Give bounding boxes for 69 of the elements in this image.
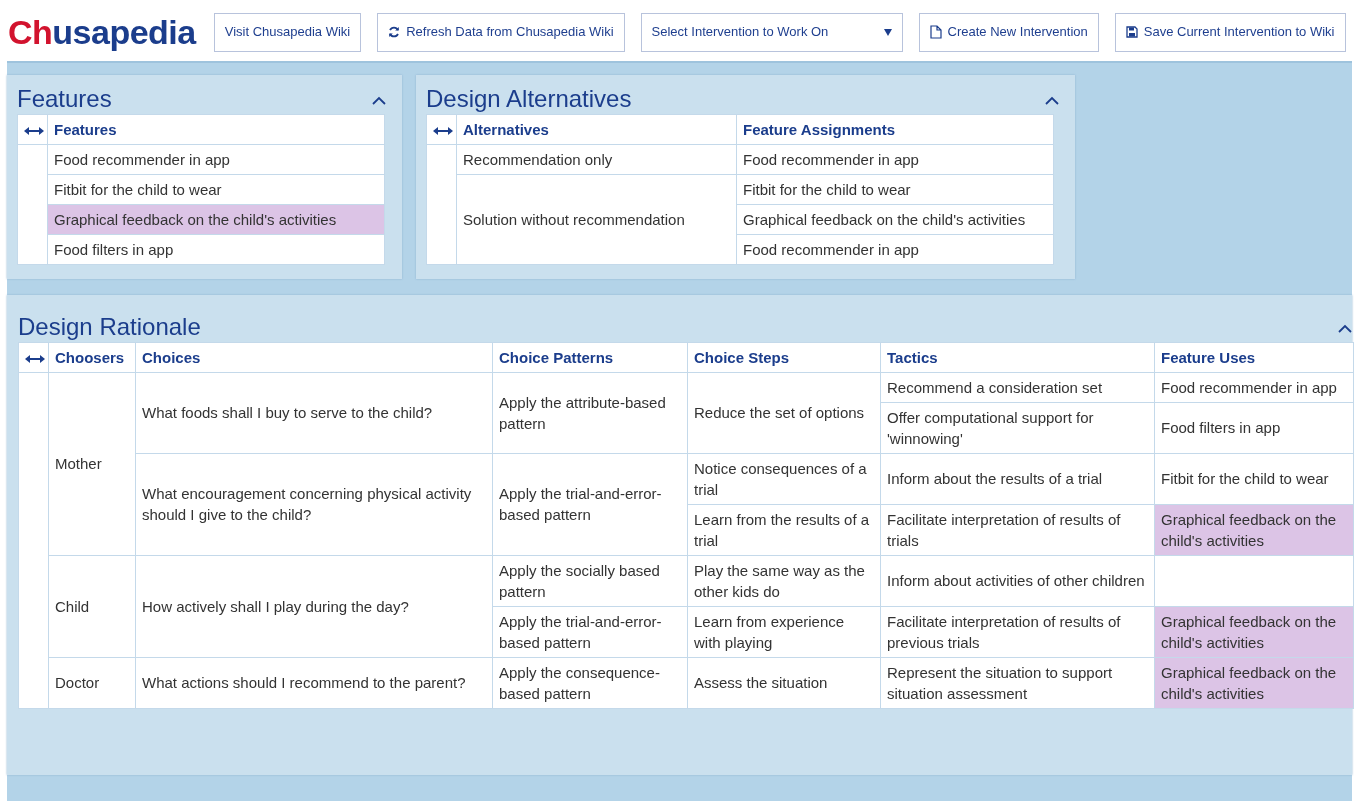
table-cell: Graphical feedback on the child's activities <box>736 204 1054 235</box>
step-cell: Learn from experience with playing <box>687 606 881 658</box>
feature-use-cell: Graphical feedback on the child's activities <box>1154 657 1354 709</box>
dropdown-arrow-icon <box>883 28 892 36</box>
column-header: Choice Patterns <box>492 342 688 373</box>
panel-title: Features <box>17 85 112 114</box>
table-cell: Food recommender in app <box>736 144 1054 175</box>
panel-title: Design Alternatives <box>426 85 632 114</box>
column-header: Alternatives <box>456 114 737 145</box>
chooser-cell: Child <box>48 555 136 658</box>
tactic-cell: Inform about activities of other children <box>880 555 1155 607</box>
feature-use-cell: Graphical feedback on the child's activities <box>1154 606 1354 658</box>
feature-use-cell: Food filters in app <box>1154 402 1354 454</box>
collapse-icon[interactable] <box>1338 323 1352 334</box>
toolbar-button[interactable]: Save Current Intervention to Wiki <box>1114 12 1346 52</box>
toolbar-button[interactable]: Visit Chusapedia Wiki <box>213 12 362 52</box>
toolbar-button[interactable]: Create New Intervention <box>918 12 1099 52</box>
chooser-cell: Mother <box>48 372 136 556</box>
feature-item[interactable]: Fitbit for the child to wear <box>47 174 385 205</box>
refresh-icon <box>388 26 401 38</box>
pattern-cell: Apply the trial-and-error-based pattern <box>492 453 688 556</box>
tactic-cell: Inform about the results of a trial <box>880 453 1155 505</box>
column-header: Features <box>47 114 385 145</box>
step-cell: Learn from the results of a trial <box>687 504 881 556</box>
expand-icon[interactable] <box>433 126 453 135</box>
column-header: Tactics <box>880 342 1155 373</box>
alternative-cell: Recommendation only <box>456 144 737 175</box>
choice-cell: What encouragement concerning physical activity should I give to the child? <box>135 453 493 556</box>
choice-cell: How actively shall I play during the day? <box>135 555 493 658</box>
feature-item[interactable]: Graphical feedback on the child's activities <box>47 204 385 235</box>
chooser-cell: Doctor <box>48 657 136 709</box>
pattern-cell: Apply the socially based pattern <box>492 555 688 607</box>
panel-title: Design Rationale <box>18 312 201 342</box>
expand-icon[interactable] <box>25 354 45 363</box>
collapse-icon[interactable] <box>372 95 386 106</box>
column-header: Choices <box>135 342 493 373</box>
feature-item[interactable]: Food recommender in app <box>47 144 385 175</box>
pattern-cell: Apply the consequence-based pattern <box>492 657 688 709</box>
column-header: Feature Uses <box>1154 342 1354 373</box>
save-icon <box>1125 26 1138 38</box>
logo[interactable]: Chusapedia <box>8 15 196 49</box>
tactic-cell: Recommend a consideration set <box>880 372 1155 403</box>
column-header: Feature Assignments <box>736 114 1054 145</box>
pattern-cell: Apply the trial-and-error-based pattern <box>492 606 688 658</box>
intervention-select[interactable]: Select Intervention to Work On <box>640 12 903 52</box>
step-cell: Notice consequences of a trial <box>687 453 881 505</box>
choice-cell: What foods shall I buy to serve to the child? <box>135 372 493 454</box>
expand-icon[interactable] <box>24 126 44 135</box>
toolbar-button[interactable]: Refresh Data from Chusapedia Wiki <box>377 12 625 52</box>
pattern-cell: Apply the attribute-based pattern <box>492 372 688 454</box>
alternative-cell: Solution without recommendation <box>456 174 737 265</box>
feature-use-cell: Fitbit for the child to wear <box>1154 453 1354 505</box>
tactic-cell: Offer computational support for 'winnowing' <box>880 402 1155 454</box>
step-cell: Reduce the set of options <box>687 372 881 454</box>
step-cell: Assess the situation <box>687 657 881 709</box>
step-cell: Play the same way as the other kids do <box>687 555 881 607</box>
choice-cell: What actions should I recommend to the parent? <box>135 657 493 709</box>
column-header: Choosers <box>48 342 136 373</box>
document-icon <box>929 25 942 39</box>
table-cell: Fitbit for the child to wear <box>736 174 1054 205</box>
column-header: Choice Steps <box>687 342 881 373</box>
tactic-cell: Facilitate interpretation of results of trials <box>880 504 1155 556</box>
feature-use-cell: Food recommender in app <box>1154 372 1354 403</box>
tactic-cell: Facilitate interpretation of results of previous trials <box>880 606 1155 658</box>
table-cell: Food recommender in app <box>736 234 1054 265</box>
feature-item[interactable]: Food filters in app <box>47 234 385 265</box>
collapse-icon[interactable] <box>1045 95 1059 106</box>
tactic-cell: Represent the situation to support situation assessment <box>880 657 1155 709</box>
feature-use-cell: Graphical feedback on the child's activities <box>1154 504 1354 556</box>
